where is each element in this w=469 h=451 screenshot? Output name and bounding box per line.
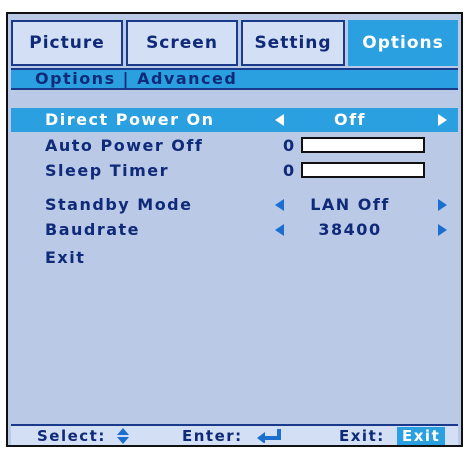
slider-value: 0 <box>283 161 296 180</box>
menu-item-value: LAN Off <box>310 195 390 214</box>
section-title-bar: Options | Advanced <box>11 68 458 90</box>
exit-key-badge: Exit <box>397 427 446 445</box>
tab-screen-label: Screen <box>146 33 218 53</box>
osd-menu: Picture Screen Setting Options Options |… <box>6 12 463 447</box>
menu-item-exit[interactable]: Exit <box>11 246 458 270</box>
tab-setting[interactable]: Setting <box>241 20 345 66</box>
menu-item-label: Direct Power On <box>45 110 215 129</box>
footer-hints: Select: Enter: Exit: Exit <box>11 424 458 445</box>
tab-screen[interactable]: Screen <box>126 20 238 66</box>
right-arrow-icon[interactable] <box>438 224 447 236</box>
menu-item-auto-power-off[interactable]: Auto Power Off 0 <box>11 134 458 158</box>
section-title: Options | Advanced <box>35 69 238 88</box>
up-down-icon <box>117 428 129 444</box>
menu-item-label: Baudrate <box>45 220 141 239</box>
slider-bar[interactable] <box>301 162 425 178</box>
menu-item-sleep-timer[interactable]: Sleep Timer 0 <box>11 159 458 183</box>
menu-item-label: Standby Mode <box>45 195 193 214</box>
menu-item-label: Sleep Timer <box>45 161 170 180</box>
menu-item-value: 38400 <box>318 220 382 239</box>
exit-hint-label: Exit: <box>339 427 385 445</box>
right-arrow-icon[interactable] <box>438 199 447 211</box>
tab-picture[interactable]: Picture <box>11 20 123 66</box>
menu-item-label: Exit <box>45 248 86 267</box>
tab-setting-label: Setting <box>254 33 332 53</box>
tab-options-label: Options <box>362 33 444 53</box>
menu-item-label: Auto Power Off <box>45 136 204 155</box>
menu-item-standby-mode[interactable]: Standby Mode LAN Off <box>11 193 458 217</box>
tab-options[interactable]: Options <box>348 20 458 66</box>
menu-item-direct-power-on[interactable]: Direct Power On Off <box>11 108 458 132</box>
select-hint-label: Select: <box>37 427 106 445</box>
enter-hint-label: Enter: <box>182 427 243 445</box>
enter-icon <box>257 429 281 443</box>
right-arrow-icon[interactable] <box>438 114 447 126</box>
tab-picture-label: Picture <box>29 33 105 53</box>
menu-item-value: Off <box>333 110 367 129</box>
menu-item-baudrate[interactable]: Baudrate 38400 <box>11 218 458 242</box>
slider-bar[interactable] <box>301 137 425 153</box>
slider-value: 0 <box>283 136 296 155</box>
